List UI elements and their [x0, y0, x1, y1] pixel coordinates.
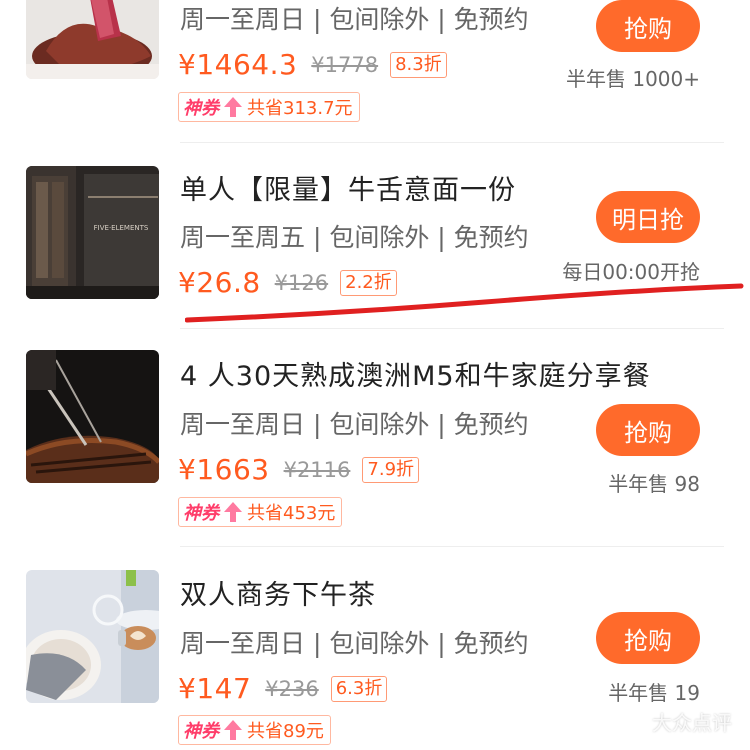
deal-3-buy-button[interactable]: 抢购 — [596, 404, 700, 456]
coupon-tag: 神券 — [183, 721, 219, 742]
coupon-saving: 共省453元 — [247, 503, 336, 524]
deal-2-terms: 周一至周五 | 包间除外 | 免预约 — [180, 223, 529, 252]
deal-2-tomorrow-button[interactable]: 明日抢 — [596, 191, 700, 243]
deal-1-image[interactable] — [26, 0, 159, 79]
up-arrow-icon — [224, 720, 242, 740]
entrance-sign: FIVE·ELEMENTS — [94, 224, 149, 232]
deal-3-price-row: ¥1663 ¥2116 7.9折 — [178, 453, 420, 486]
deal-4-original-price: ¥236 — [265, 676, 319, 701]
deal-4-terms: 周一至周日 | 包间除外 | 免预约 — [180, 629, 529, 658]
divider — [180, 142, 724, 143]
coupon-tag: 神券 — [183, 503, 219, 524]
deal-4-coupon[interactable]: 神券 共省89元 — [178, 715, 331, 745]
deal-1-price: ¥1464.3 — [178, 48, 298, 81]
deal-4-image[interactable] — [26, 570, 159, 703]
deal-4-sold-count: 半年售 19 — [608, 681, 700, 705]
divider — [180, 546, 724, 547]
deal-3-terms: 周一至周日 | 包间除外 | 免预约 — [180, 410, 529, 439]
deal-1-original-price: ¥1778 — [311, 52, 379, 77]
deal-1-sold-count: 半年售 1000+ — [565, 67, 700, 91]
deal-3-image[interactable] — [26, 350, 159, 483]
deal-2-title: 单人【限量】牛舌意面一份 — [180, 175, 516, 206]
deal-1-discount-badge: 8.3折 — [390, 51, 447, 78]
deal-1-coupon[interactable]: 神券 共省313.7元 — [178, 92, 360, 122]
deal-1-buy-button[interactable]: 抢购 — [596, 0, 700, 52]
coupon-tag: 神券 — [183, 98, 219, 119]
deal-4-title: 双人商务下午茶 — [180, 580, 376, 611]
deal-3-title: 4 人30天熟成澳洲M5和牛家庭分享餐 — [180, 361, 651, 392]
dianping-watermark: 大众点评 — [622, 707, 732, 736]
up-arrow-icon — [224, 502, 242, 522]
deal-1-price-row: ¥1464.3 ¥1778 8.3折 — [178, 48, 447, 81]
red-annotation-underline — [185, 283, 744, 323]
deal-3-coupon[interactable]: 神券 共省453元 — [178, 497, 343, 527]
deal-4-discount-badge: 6.3折 — [330, 675, 388, 702]
deal-2-image[interactable]: FIVE·ELEMENTS — [26, 166, 159, 299]
divider — [180, 328, 724, 329]
deal-3-price: ¥1663 — [178, 453, 270, 486]
up-arrow-icon — [224, 97, 242, 117]
deal-3-sold-count: 半年售 98 — [608, 472, 700, 496]
dianping-logo-icon — [625, 712, 644, 732]
deal-4-price: ¥147 — [178, 672, 252, 705]
deal-1-terms: 周一至周日 | 包间除外 | 免预约 — [180, 5, 529, 34]
deal-4-buy-button[interactable]: 抢购 — [596, 612, 700, 664]
coupon-saving: 共省313.7元 — [247, 98, 353, 119]
coupon-saving: 共省89元 — [247, 721, 324, 742]
watermark-text: 大众点评 — [652, 711, 732, 735]
deal-3-original-price: ¥2116 — [283, 457, 351, 482]
deal-4-price-row: ¥147 ¥236 6.3折 — [178, 672, 388, 705]
deal-3-discount-badge: 7.9折 — [362, 456, 420, 483]
